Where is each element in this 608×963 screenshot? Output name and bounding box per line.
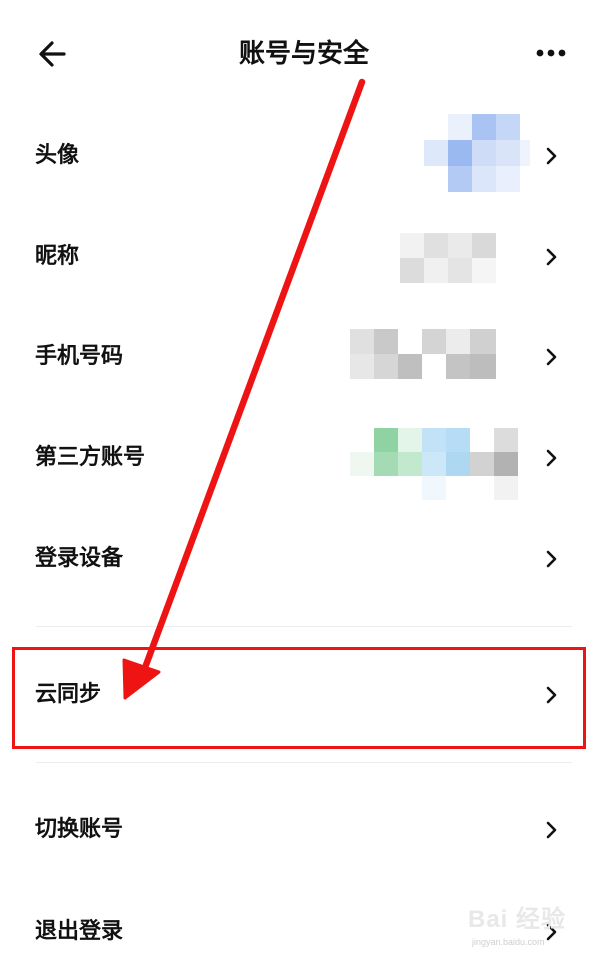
settings-row-phone[interactable]: 手机号码 — [0, 309, 608, 405]
settings-row-third-party-accounts[interactable]: 第三方账号 — [0, 410, 608, 506]
phone-blurred-text — [350, 329, 496, 379]
row-label-avatar: 头像 — [35, 143, 80, 168]
chevron-right-icon — [546, 550, 557, 568]
row-label-third-party: 第三方账号 — [35, 445, 146, 470]
page-title: 账号与安全 — [238, 39, 369, 69]
nickname-blurred-text — [376, 233, 496, 283]
chevron-right-icon — [546, 248, 557, 266]
settings-row-switch-account[interactable]: 切换账号 — [0, 782, 608, 878]
settings-row-nickname[interactable]: 昵称 — [0, 209, 608, 305]
settings-row-login-devices[interactable]: 登录设备 — [0, 511, 608, 607]
app-screen: 账号与安全 头像 昵称 手机号码 第三方账号 登录设备 云同步 切换账号 退出登… — [0, 0, 608, 963]
linked-accounts-blurred-icons — [350, 428, 520, 500]
row-label-phone: 手机号码 — [35, 344, 124, 369]
chevron-right-icon — [546, 348, 557, 366]
settings-row-avatar[interactable]: 头像 — [0, 108, 608, 204]
watermark-brand: Bai 经验 — [468, 906, 567, 933]
highlight-box — [12, 647, 586, 749]
chevron-right-icon — [546, 449, 557, 467]
more-dots-icon — [536, 49, 566, 57]
section-divider — [36, 626, 572, 627]
chevron-right-icon — [546, 821, 557, 839]
section-divider — [36, 762, 572, 763]
row-label-logout: 退出登录 — [35, 919, 124, 944]
chevron-right-icon — [546, 147, 557, 165]
baidu-jingyan-watermark: Bai 经验 jingyan.baidu.com — [468, 893, 600, 955]
row-label-nickname: 昵称 — [35, 244, 80, 269]
watermark-url: jingyan.baidu.com — [472, 937, 545, 947]
row-label-login-devices: 登录设备 — [35, 546, 124, 571]
row-label-switch-account: 切换账号 — [35, 817, 124, 842]
more-button[interactable] — [530, 36, 572, 70]
top-bar: 账号与安全 — [0, 0, 608, 105]
avatar-blurred-image — [424, 114, 530, 194]
